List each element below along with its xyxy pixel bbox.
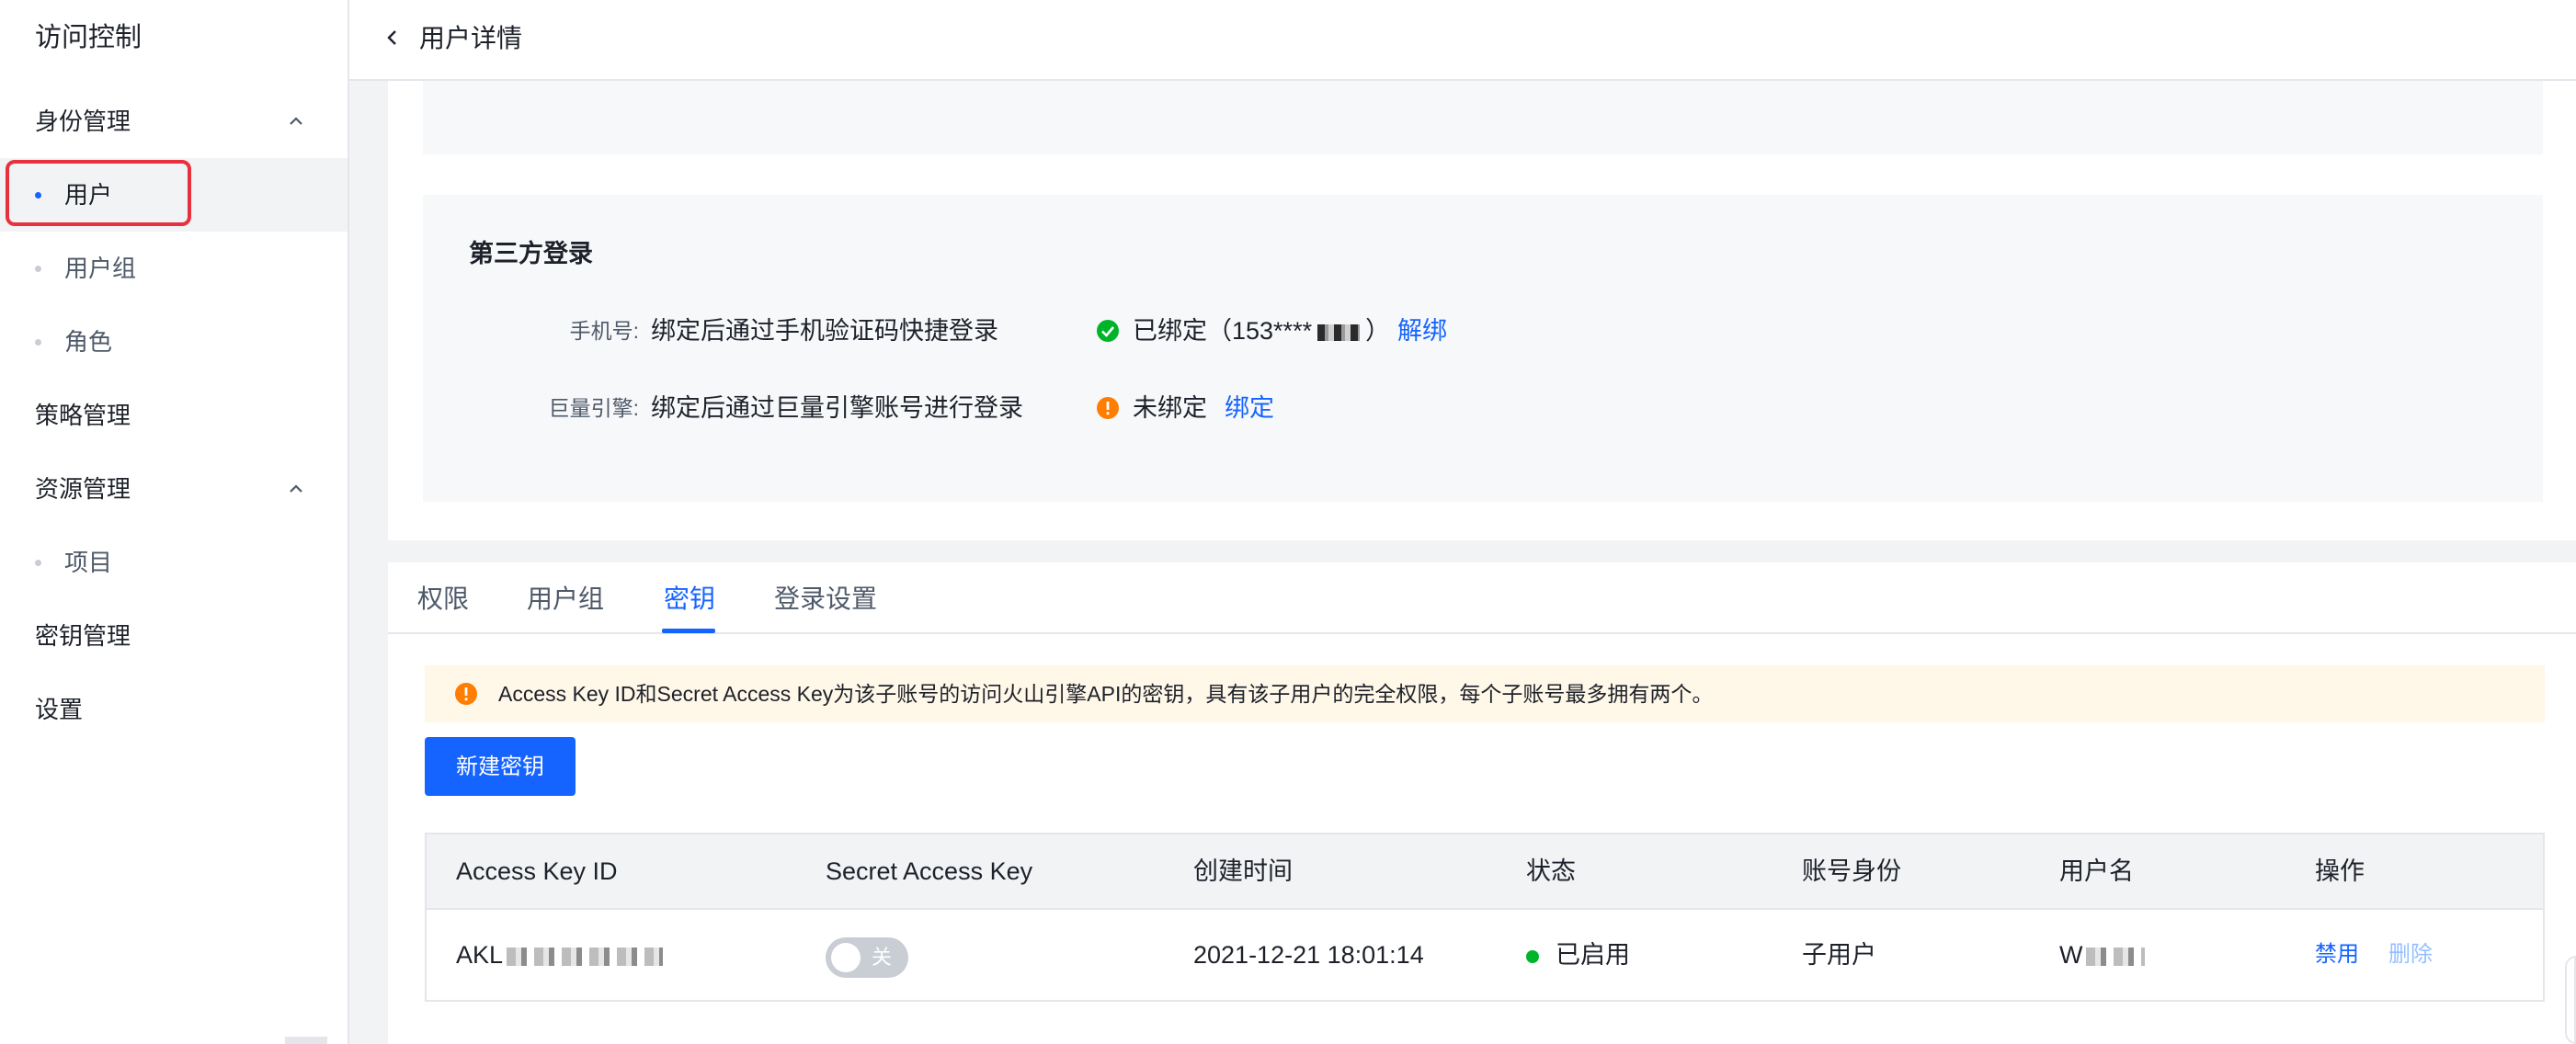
phone-description: 绑定后通过手机验证码快捷登录 bbox=[651, 317, 998, 345]
sidebar-item-resource-management[interactable]: 资源管理 bbox=[0, 452, 348, 526]
sidebar-title: 访问控制 bbox=[35, 23, 142, 52]
cell-status: 已启用 bbox=[1556, 941, 1630, 969]
column-header-identity: 账号身份 bbox=[1802, 857, 1901, 885]
toggle-label: 关 bbox=[872, 946, 893, 969]
ocean-engine-label: 巨量引擎: bbox=[548, 396, 639, 420]
bullet-dot-icon bbox=[35, 192, 41, 199]
sidebar-item-identity-management[interactable]: 身份管理 bbox=[0, 85, 348, 158]
sidebar-item-projects[interactable]: 项目 bbox=[0, 526, 348, 599]
bind-ocean-engine-link[interactable]: 绑定 bbox=[1225, 390, 1274, 426]
tab-permissions[interactable]: 权限 bbox=[417, 579, 469, 619]
active-tab-indicator bbox=[662, 629, 715, 633]
cell-access-key-id: AKL bbox=[456, 910, 664, 1000]
sidebar-item-settings[interactable]: 设置 bbox=[0, 673, 348, 746]
sidebar-item-label: 密钥管理 bbox=[35, 622, 131, 650]
alert-text: Access Key ID和Secret Access Key为该子账号的访问火… bbox=[498, 682, 1714, 706]
warning-circle-icon bbox=[1097, 397, 1119, 419]
phone-bind-status: 已绑定（153**** ） bbox=[1133, 312, 1390, 349]
toggle-knob bbox=[831, 943, 861, 972]
username-text: W bbox=[2059, 941, 2083, 969]
sidebar: 访问控制 身份管理 用户 用户组 角色 策略管理 资源管理 项目 密钥管理 设置 bbox=[0, 0, 349, 1044]
access-keys-table: Access Key ID Secret Access Key 创建时间 状态 … bbox=[425, 833, 2545, 1002]
sidebar-item-policy-management[interactable]: 策略管理 bbox=[0, 379, 348, 452]
column-header-secret-access-key: Secret Access Key bbox=[826, 857, 1033, 885]
chevron-up-icon bbox=[290, 117, 302, 125]
sidebar-item-label: 资源管理 bbox=[35, 475, 131, 503]
column-header-access-key-id: Access Key ID bbox=[456, 857, 618, 885]
sidebar-item-key-management[interactable]: 密钥管理 bbox=[0, 599, 348, 673]
tab-keys[interactable]: 密钥 bbox=[664, 579, 715, 619]
phone-bind-status-text: 已绑定（153**** bbox=[1133, 317, 1313, 345]
phone-label: 手机号: bbox=[569, 319, 639, 343]
section-title-third-party-login: 第三方登录 bbox=[469, 240, 593, 267]
ocean-engine-description: 绑定后通过巨量引擎账号进行登录 bbox=[651, 394, 1023, 422]
bullet-dot-icon bbox=[35, 560, 41, 566]
floating-side-handle[interactable] bbox=[2565, 956, 2576, 1044]
column-header-actions: 操作 bbox=[2315, 857, 2365, 885]
masked-access-key bbox=[507, 947, 664, 966]
sidebar-item-label: 设置 bbox=[35, 696, 84, 723]
sidebar-item-users[interactable]: 用户 bbox=[0, 158, 348, 232]
table-header: Access Key ID Secret Access Key 创建时间 状态 … bbox=[427, 834, 2543, 910]
sidebar-item-label: 用户组 bbox=[64, 255, 137, 282]
column-header-created-at: 创建时间 bbox=[1193, 857, 1293, 885]
status-dot-icon bbox=[1526, 950, 1539, 963]
cell-created-at: 2021-12-21 18:01:14 bbox=[1193, 941, 1424, 969]
sidebar-item-label: 项目 bbox=[64, 549, 113, 576]
disable-key-link[interactable]: 禁用 bbox=[2315, 910, 2359, 1000]
column-header-status: 状态 bbox=[1526, 857, 1576, 885]
tabs-divider bbox=[388, 632, 2576, 634]
warning-circle-icon bbox=[455, 683, 477, 705]
info-alert: Access Key ID和Secret Access Key为该子账号的访问火… bbox=[425, 665, 2545, 722]
sidebar-item-label: 角色 bbox=[64, 328, 113, 356]
sidebar-item-label: 用户 bbox=[64, 181, 113, 209]
info-strip bbox=[423, 81, 2543, 154]
phone-bind-status-suffix: ） bbox=[1365, 317, 1391, 345]
sidebar-collapse-handle[interactable] bbox=[285, 1037, 327, 1044]
sidebar-item-roles[interactable]: 角色 bbox=[0, 305, 348, 379]
cell-username: W bbox=[2059, 910, 2146, 1000]
sidebar-item-label: 身份管理 bbox=[35, 108, 131, 135]
access-key-id-text: AKL bbox=[456, 941, 504, 969]
page-title: 用户详情 bbox=[419, 24, 523, 52]
tab-login-settings[interactable]: 登录设置 bbox=[774, 579, 877, 619]
page-header: 用户详情 bbox=[349, 0, 2576, 81]
cell-identity: 子用户 bbox=[1802, 941, 1876, 969]
sidebar-item-user-groups[interactable]: 用户组 bbox=[0, 232, 348, 305]
delete-key-link[interactable]: 删除 bbox=[2388, 910, 2433, 1000]
chevron-left-icon[interactable] bbox=[382, 28, 403, 48]
column-header-username: 用户名 bbox=[2059, 857, 2134, 885]
sidebar-item-label: 策略管理 bbox=[35, 402, 131, 429]
bullet-dot-icon bbox=[35, 266, 41, 272]
unbind-phone-link[interactable]: 解绑 bbox=[1397, 312, 1447, 349]
ocean-engine-bind-status: 未绑定 bbox=[1133, 394, 1207, 422]
create-key-button[interactable]: 新建密钥 bbox=[425, 737, 576, 796]
chevron-up-icon bbox=[290, 484, 302, 493]
bullet-dot-icon bbox=[35, 339, 41, 346]
secret-visibility-toggle[interactable]: 关 bbox=[826, 937, 908, 978]
tab-user-groups[interactable]: 用户组 bbox=[527, 579, 604, 619]
masked-username bbox=[2086, 947, 2146, 966]
masked-phone-digits bbox=[1317, 323, 1361, 341]
check-circle-icon bbox=[1097, 320, 1119, 342]
